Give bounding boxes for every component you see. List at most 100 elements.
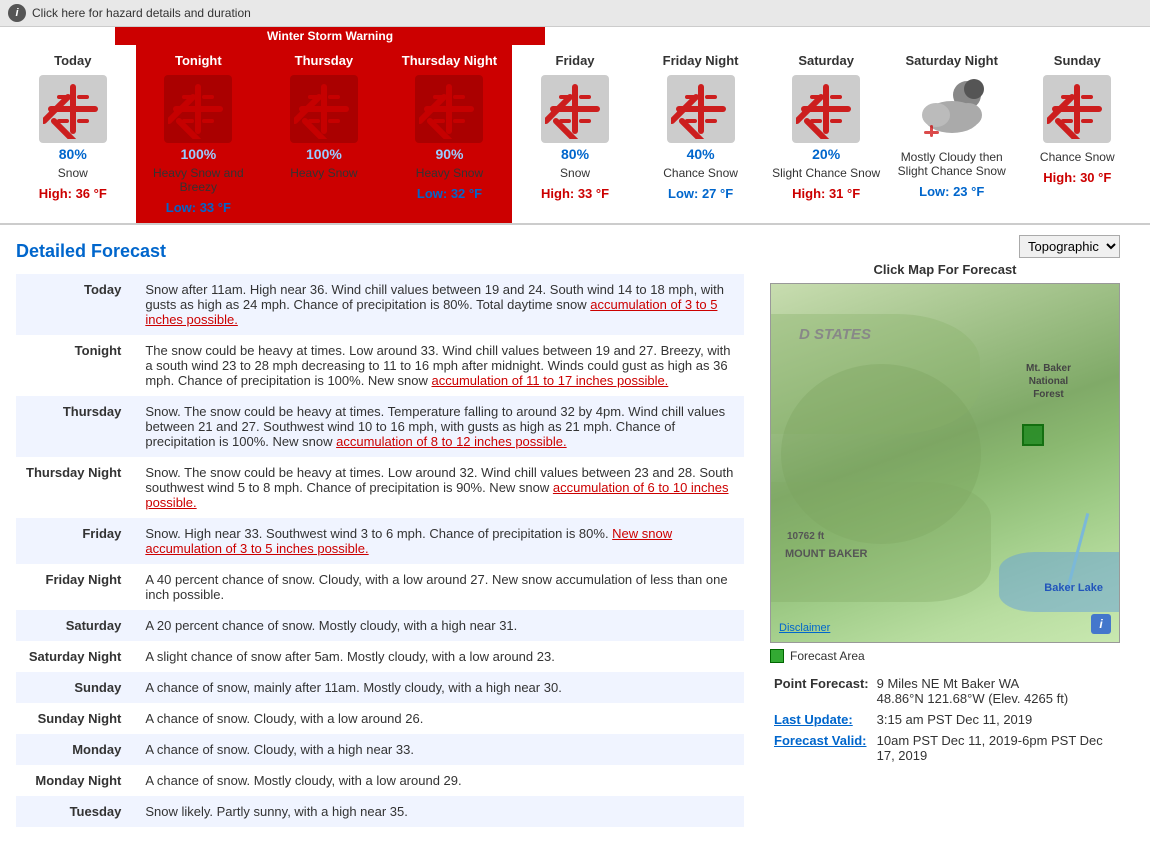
period-thursday-night: Thursday Night 90%Heavy SnowLow: 32 °F (387, 27, 513, 223)
forecast-period-label: Tonight (16, 335, 135, 396)
period-today: Today 80%SnowHigh: 36 °F (10, 27, 136, 223)
temp-thursday: High: 35 °F (290, 186, 358, 201)
hazard-text: Click here for hazard details and durati… (32, 6, 251, 20)
period-name-sunday: Sunday (1054, 53, 1101, 68)
detailed-forecast-title: Detailed Forecast (16, 241, 744, 262)
forecast-area-label: Forecast Area (790, 649, 865, 663)
period-friday: Friday 80%SnowHigh: 33 °F (512, 27, 638, 223)
map-baker-lake-label: Baker Lake (1044, 582, 1103, 594)
period-name-today: Today (54, 53, 91, 68)
forecast-period-label: Sunday (16, 672, 135, 703)
weather-icon-thursday-night (406, 74, 492, 144)
map-states-label: D STATES (799, 326, 871, 343)
weather-desc-saturday-night: Mostly Cloudy then Slight Chance Snow (893, 150, 1011, 178)
detailed-forecast: Detailed Forecast TodaySnow after 11am. … (0, 225, 760, 843)
forecast-period-label: Saturday (16, 610, 135, 641)
forecast-text: A 20 percent chance of snow. Mostly clou… (135, 610, 744, 641)
forecast-row: FridaySnow. High near 33. Southwest wind… (16, 518, 744, 564)
point-forecast-label: Point Forecast: (770, 673, 873, 709)
period-tonight: Tonight 100%Heavy Snow and BreezyLow: 33… (136, 27, 262, 223)
last-update-value: 3:15 am PST Dec 11, 2019 (873, 709, 1120, 730)
forecast-row: ThursdaySnow. The snow could be heavy at… (16, 396, 744, 457)
forecast-period-label: Friday Night (16, 564, 135, 610)
forecast-text: Snow likely. Partly sunny, with a high n… (135, 796, 744, 827)
period-name-tonight: Tonight (175, 53, 222, 68)
forecast-row: Friday NightA 40 percent chance of snow.… (16, 564, 744, 610)
period-thursday: Thursday 100%Heavy SnowHigh: 35 °F (261, 27, 387, 223)
map-info-btn[interactable]: i (1091, 614, 1111, 634)
forecast-text: A slight chance of snow after 5am. Mostl… (135, 641, 744, 672)
period-name-thursday-night: Thursday Night (402, 53, 497, 68)
map-type-select[interactable]: Topographic Street Satellite (1019, 235, 1120, 258)
forecast-text: The snow could be heavy at times. Low ar… (135, 335, 744, 396)
forecast-text: Snow. The snow could be heavy at times. … (135, 457, 744, 518)
forecast-period-label: Monday (16, 734, 135, 765)
main-content: Detailed Forecast TodaySnow after 11am. … (0, 225, 1150, 843)
forecast-text: A chance of snow. Cloudy, with a high ne… (135, 734, 744, 765)
weather-desc-today: Snow (58, 166, 88, 180)
forecast-row: Monday NightA chance of snow. Mostly clo… (16, 765, 744, 796)
weather-desc-thursday-night: Heavy Snow (416, 166, 483, 180)
forecast-marker (1022, 424, 1044, 446)
forecast-row: SaturdayA 20 percent chance of snow. Mos… (16, 610, 744, 641)
period-saturday: Saturday 20% Slight Chance Snow High: 31 °… (763, 27, 889, 223)
period-name-saturday-night: Saturday Night (905, 53, 997, 68)
temp-sunday: High: 30 °F (1043, 170, 1111, 185)
weather-icon-saturday (783, 74, 869, 144)
forecast-row: MondayA chance of snow. Cloudy, with a h… (16, 734, 744, 765)
forecast-text: A chance of snow. Cloudy, with a low aro… (135, 703, 744, 734)
period-name-saturday: Saturday (798, 53, 854, 68)
click-map-label[interactable]: Click Map For Forecast (770, 262, 1120, 277)
forecast-period-label: Tuesday (16, 796, 135, 827)
temp-saturday: High: 31 °F (792, 186, 860, 201)
temp-friday-night: Low: 27 °F (668, 186, 733, 201)
forecast-row: Sunday NightA chance of snow. Cloudy, wi… (16, 703, 744, 734)
last-update-label[interactable]: Last Update: (770, 709, 873, 730)
precip-pct-friday: 80% (561, 146, 589, 162)
weather-desc-saturday: Slight Chance Snow (772, 166, 880, 180)
map-mount-baker-label: MOUNT BAKER (785, 548, 868, 560)
forecast-period-label: Today (16, 274, 135, 335)
precip-pct-saturday: 20% (812, 146, 840, 162)
forecast-text: A 40 percent chance of snow. Cloudy, wit… (135, 564, 744, 610)
weather-icon-thursday (281, 74, 367, 144)
temp-tonight: Low: 33 °F (166, 200, 231, 215)
period-name-friday-night: Friday Night (663, 53, 739, 68)
precip-pct-tonight: 100% (180, 146, 216, 162)
temp-saturday-night: Low: 23 °F (919, 184, 984, 199)
precip-pct-thursday-night: 90% (435, 146, 463, 162)
weather-icon-sunday (1034, 74, 1120, 144)
period-name-thursday: Thursday (295, 53, 354, 68)
forecast-text: A chance of snow. Mostly cloudy, with a … (135, 765, 744, 796)
forecast-period-label: Thursday Night (16, 457, 135, 518)
period-friday-night: Friday Night 40%Chance SnowLow: 27 °F (638, 27, 764, 223)
forecast-row: Thursday NightSnow. The snow could be he… (16, 457, 744, 518)
forecast-text: A chance of snow, mainly after 11am. Mos… (135, 672, 744, 703)
map-controls: Topographic Street Satellite (770, 235, 1120, 258)
weather-desc-friday-night: Chance Snow (663, 166, 738, 180)
forecast-period-label: Thursday (16, 396, 135, 457)
forecast-period-label: Friday (16, 518, 135, 564)
temp-friday: High: 33 °F (541, 186, 609, 201)
forecast-text: Snow. The snow could be heavy at times. … (135, 396, 744, 457)
info-icon: i (8, 4, 26, 22)
forecast-row: TonightThe snow could be heavy at times.… (16, 335, 744, 396)
forecast-row: TuesdaySnow likely. Partly sunny, with a… (16, 796, 744, 827)
forecast-row: TodaySnow after 11am. High near 36. Wind… (16, 274, 744, 335)
forecast-text: Snow after 11am. High near 36. Wind chil… (135, 274, 744, 335)
hazard-bar[interactable]: i Click here for hazard details and dura… (0, 0, 1150, 27)
period-sunday: Sunday Chance SnowHigh: 30 °F (1015, 27, 1141, 223)
forecast-text: Snow. High near 33. Southwest wind 3 to … (135, 518, 744, 564)
weather-icon-tonight (155, 74, 241, 144)
forecast-valid-label[interactable]: Forecast Valid: (770, 730, 873, 766)
forecast-period-label: Sunday Night (16, 703, 135, 734)
period-saturday-night: Saturday Night Mostly Cloudy then Slight… (889, 27, 1015, 223)
temp-today: High: 36 °F (39, 186, 107, 201)
map-disclaimer[interactable]: Disclaimer (779, 622, 830, 634)
forecast-valid-value: 10am PST Dec 11, 2019-6pm PST Dec 17, 20… (873, 730, 1120, 766)
map-container[interactable]: + − D STATES Mt. BakerNationalForest 107… (770, 283, 1120, 643)
forecast-row: SundayA chance of snow, mainly after 11a… (16, 672, 744, 703)
winter-storm-banner: Winter Storm Warning (115, 27, 545, 45)
weather-icon-today (30, 74, 116, 144)
point-forecast-section: Point Forecast: 9 Miles NE Mt Baker WA 4… (770, 673, 1120, 766)
